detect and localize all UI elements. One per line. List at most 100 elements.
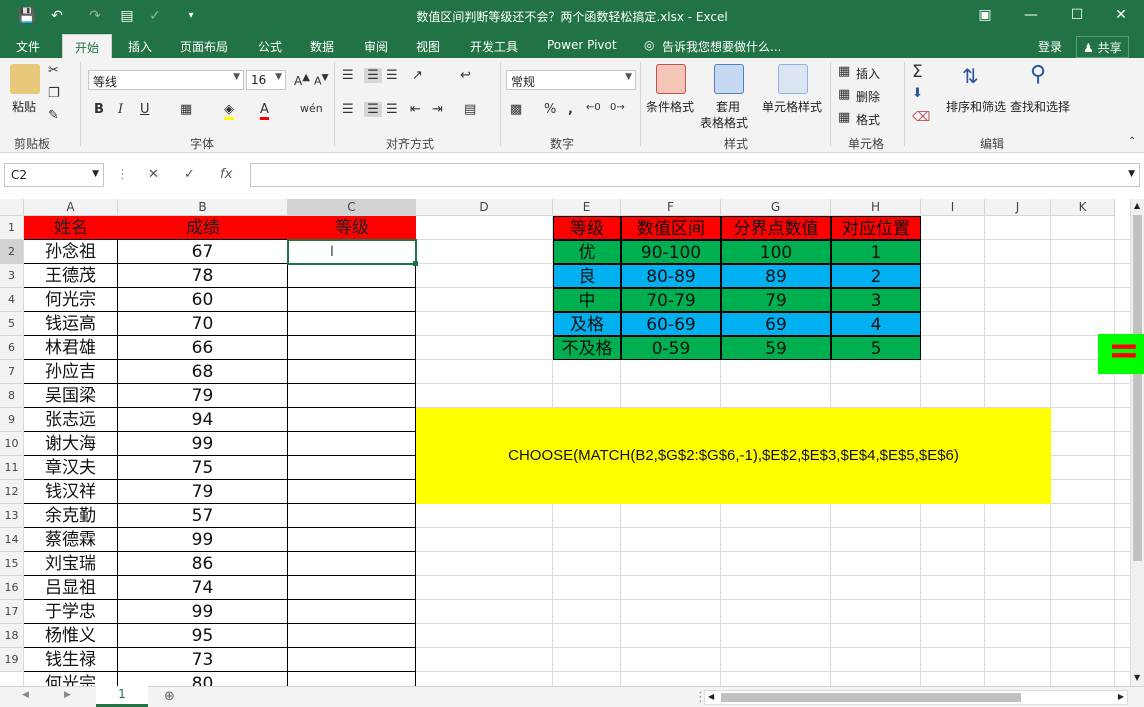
phonetic-icon[interactable]: wén (300, 102, 323, 115)
name-cell[interactable]: 何光宗 (24, 288, 118, 312)
wrap-text-icon[interactable]: ↩ (460, 68, 471, 83)
lookup-cell[interactable]: 2 (831, 264, 921, 288)
decrease-decimal-icon[interactable]: 0→ (610, 102, 625, 113)
name-cell[interactable]: 孙应吉 (24, 360, 118, 384)
name-cell[interactable]: 何光宗 (24, 672, 118, 686)
row-header-5[interactable]: 5 (0, 312, 24, 336)
grade-cell[interactable] (288, 552, 416, 576)
tab-insert[interactable]: 插入 (128, 38, 152, 55)
format-as-table-icon[interactable] (714, 64, 744, 94)
format-cells-icon[interactable]: ▦ (838, 110, 850, 125)
lookup-cell[interactable]: 60-69 (621, 312, 721, 336)
row-header-2[interactable]: 2 (0, 240, 24, 264)
scroll-right-icon[interactable]: ▶ (1118, 692, 1124, 701)
align-middle-icon[interactable]: ☰ (364, 68, 382, 83)
name-box[interactable]: C2 ▼ (4, 163, 104, 187)
fill-icon[interactable]: ⬇ (912, 86, 923, 101)
italic-button[interactable]: I (118, 102, 123, 117)
format-cells-button[interactable]: 格式 (856, 111, 880, 128)
login-link[interactable]: 登录 (1038, 38, 1062, 55)
name-cell[interactable]: 吕显祖 (24, 576, 118, 600)
tab-data[interactable]: 数据 (310, 38, 334, 55)
row-header-1[interactable]: 1 (0, 216, 24, 240)
vertical-scrollbar[interactable]: ▲ ▼ (1130, 199, 1144, 686)
row-header-3[interactable]: 3 (0, 264, 24, 288)
tab-view[interactable]: 视图 (416, 38, 440, 55)
row-header-6[interactable]: 6 (0, 336, 24, 360)
grade-cell[interactable] (288, 408, 416, 432)
font-name-select[interactable]: 等线 ▼ (88, 70, 244, 90)
header-cell[interactable]: 成绩 (118, 216, 288, 240)
paste-button-label[interactable]: 粘贴 (12, 98, 36, 115)
lookup-cell[interactable]: 1 (831, 240, 921, 264)
cancel-icon[interactable]: ✕ (148, 167, 159, 182)
align-center-icon[interactable]: ☰ (364, 102, 382, 117)
grade-cell[interactable] (288, 624, 416, 648)
autosum-icon[interactable]: Σ (912, 62, 923, 82)
tab-home[interactable]: 开始 (62, 34, 113, 58)
row-header-4[interactable]: 4 (0, 288, 24, 312)
name-cell[interactable]: 谢大海 (24, 432, 118, 456)
underline-button[interactable]: U (140, 102, 150, 117)
lookup-cell[interactable]: 及格 (553, 312, 621, 336)
column-header-i[interactable]: I (921, 199, 985, 216)
sheet-tab-1[interactable]: 1 (96, 686, 148, 707)
grade-cell[interactable] (288, 576, 416, 600)
scroll-down-icon[interactable]: ▼ (1134, 673, 1140, 682)
grade-cell[interactable] (288, 432, 416, 456)
header-cell[interactable]: 等级 (288, 216, 416, 240)
grade-cell[interactable] (288, 336, 416, 360)
delete-cells-icon[interactable]: ▦ (838, 87, 850, 102)
fill-color-icon[interactable]: ◈ (224, 102, 234, 120)
insert-function-button[interactable]: fx (220, 167, 232, 182)
lookup-cell[interactable]: 4 (831, 312, 921, 336)
name-cell[interactable]: 于学忠 (24, 600, 118, 624)
score-cell[interactable]: 70 (118, 312, 288, 336)
grade-cell[interactable] (288, 480, 416, 504)
column-header-d[interactable]: D (416, 199, 553, 216)
insert-cells-icon[interactable]: ▦ (838, 64, 850, 79)
format-painter-icon[interactable]: ✎ (48, 108, 59, 123)
close-button[interactable]: ✕ (1098, 0, 1144, 30)
score-cell[interactable]: 73 (118, 648, 288, 672)
name-cell[interactable]: 钱汉祥 (24, 480, 118, 504)
grade-cell[interactable] (288, 528, 416, 552)
column-header-j[interactable]: J (985, 199, 1051, 216)
score-cell[interactable]: 86 (118, 552, 288, 576)
format-as-table-label1[interactable]: 套用 (716, 98, 740, 115)
cell-styles-button[interactable]: 单元格样式 (762, 98, 822, 115)
tab-formulas[interactable]: 公式 (258, 38, 282, 55)
name-cell[interactable]: 林君雄 (24, 336, 118, 360)
name-cell[interactable]: 吴国梁 (24, 384, 118, 408)
delete-cells-button[interactable]: 删除 (856, 88, 880, 105)
align-left-icon[interactable]: ☰ (342, 102, 354, 117)
score-cell[interactable]: 75 (118, 456, 288, 480)
add-sheet-icon[interactable]: ⊕ (164, 689, 175, 704)
grade-cell[interactable] (288, 264, 416, 288)
scroll-left-icon[interactable]: ◀ (708, 692, 714, 701)
column-header-c[interactable]: C (288, 199, 416, 216)
increase-font-icon[interactable]: A▲ (294, 72, 310, 88)
find-select-icon[interactable]: ⚲ (1030, 62, 1046, 87)
lookup-header-cell[interactable]: 等级 (553, 216, 621, 240)
score-cell[interactable]: 95 (118, 624, 288, 648)
score-cell[interactable]: 68 (118, 360, 288, 384)
column-header-f[interactable]: F (621, 199, 721, 216)
grade-cell[interactable] (288, 456, 416, 480)
format-as-table-label2[interactable]: 表格格式 (700, 114, 748, 131)
column-header-e[interactable]: E (553, 199, 621, 216)
fill-handle[interactable] (413, 261, 418, 266)
lookup-header-cell[interactable]: 数值区间 (621, 216, 721, 240)
lookup-header-cell[interactable]: 分界点数值 (721, 216, 831, 240)
grade-cell[interactable] (288, 312, 416, 336)
collapse-ribbon-icon[interactable]: ⌃ (1128, 136, 1136, 147)
scroll-thumb[interactable] (1133, 215, 1142, 561)
sort-filter-icon[interactable]: ⇅ (962, 64, 979, 88)
name-cell[interactable]: 余克勤 (24, 504, 118, 528)
align-top-icon[interactable]: ☰ (342, 68, 354, 83)
insert-cells-button[interactable]: 插入 (856, 65, 880, 82)
conditional-format-button[interactable]: 条件格式 (646, 98, 694, 115)
column-header-b[interactable]: B (118, 199, 288, 216)
lookup-cell[interactable]: 69 (721, 312, 831, 336)
percent-button[interactable]: % (544, 102, 556, 117)
